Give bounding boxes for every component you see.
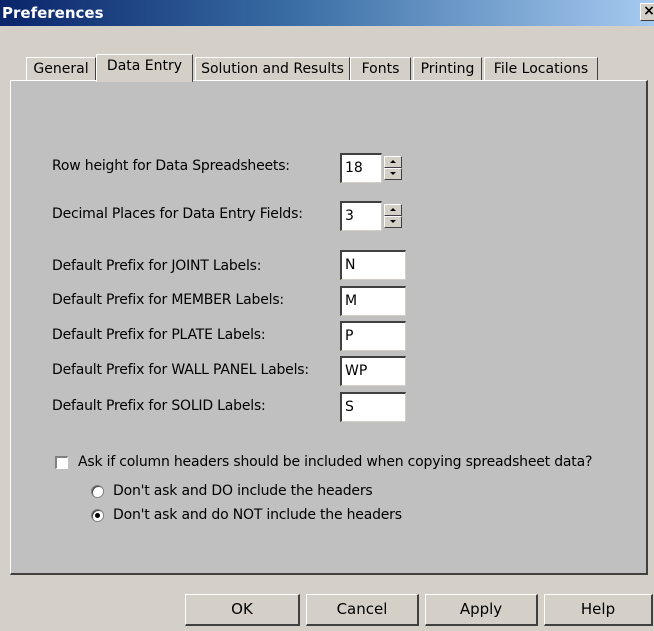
member-prefix-input[interactable]: M <box>340 286 406 316</box>
decimal-places-input[interactable]: 3 <box>340 201 382 231</box>
tab-label: General <box>33 61 89 77</box>
row-height-input[interactable]: 18 <box>340 153 382 183</box>
tab-printing[interactable]: Printing <box>413 57 482 80</box>
exclude-headers-label[interactable]: Don't ask and do NOT include the headers <box>113 507 402 523</box>
ask-headers-label[interactable]: Ask if column headers should be included… <box>78 454 592 470</box>
member-prefix-label: Default Prefix for MEMBER Labels: <box>52 292 284 308</box>
wall-panel-prefix-label: Default Prefix for WALL PANEL Labels: <box>52 362 309 378</box>
cancel-button[interactable]: Cancel <box>306 594 419 626</box>
wall-panel-prefix-input[interactable]: WP <box>340 356 406 386</box>
solid-prefix-label: Default Prefix for SOLID Labels: <box>52 398 266 414</box>
tab-data-entry[interactable]: Data Entry <box>96 54 193 82</box>
include-headers-radio[interactable] <box>91 485 104 498</box>
spin-up-icon[interactable] <box>384 156 402 168</box>
tab-fonts[interactable]: Fonts <box>350 57 411 80</box>
plate-prefix-label: Default Prefix for PLATE Labels: <box>52 327 266 343</box>
tab-general[interactable]: General <box>26 57 96 80</box>
help-button[interactable]: Help <box>544 594 653 626</box>
decimal-places-spinner[interactable] <box>384 204 402 228</box>
decimal-places-label: Decimal Places for Data Entry Fields: <box>52 206 303 222</box>
ask-headers-checkbox[interactable] <box>55 456 68 469</box>
exclude-headers-radio[interactable] <box>91 509 104 522</box>
apply-button[interactable]: Apply <box>425 594 538 626</box>
solid-prefix-input[interactable]: S <box>340 392 406 422</box>
joint-prefix-input[interactable]: N <box>340 250 406 280</box>
include-headers-label[interactable]: Don't ask and DO include the headers <box>113 483 373 499</box>
title-bar: Preferences × <box>0 0 654 26</box>
tab-label: Data Entry <box>106 58 183 74</box>
joint-prefix-label: Default Prefix for JOINT Labels: <box>52 258 262 274</box>
spin-down-icon[interactable] <box>384 168 402 180</box>
tab-label: File Locations <box>493 61 589 77</box>
window-title: Preferences <box>2 4 104 22</box>
tab-label: Solution and Results <box>201 61 344 77</box>
tab-solution-and-results[interactable]: Solution and Results <box>195 57 350 80</box>
tab-file-locations[interactable]: File Locations <box>484 57 598 80</box>
plate-prefix-input[interactable]: P <box>340 321 406 351</box>
tab-label: Printing <box>420 61 475 77</box>
row-height-label: Row height for Data Spreadsheets: <box>52 158 290 174</box>
ok-button[interactable]: OK <box>185 594 300 626</box>
spin-down-icon[interactable] <box>384 216 402 228</box>
spin-up-icon[interactable] <box>384 204 402 216</box>
close-icon[interactable]: × <box>640 3 654 21</box>
row-height-spinner[interactable] <box>384 156 402 180</box>
tab-label: Fonts <box>361 61 400 77</box>
